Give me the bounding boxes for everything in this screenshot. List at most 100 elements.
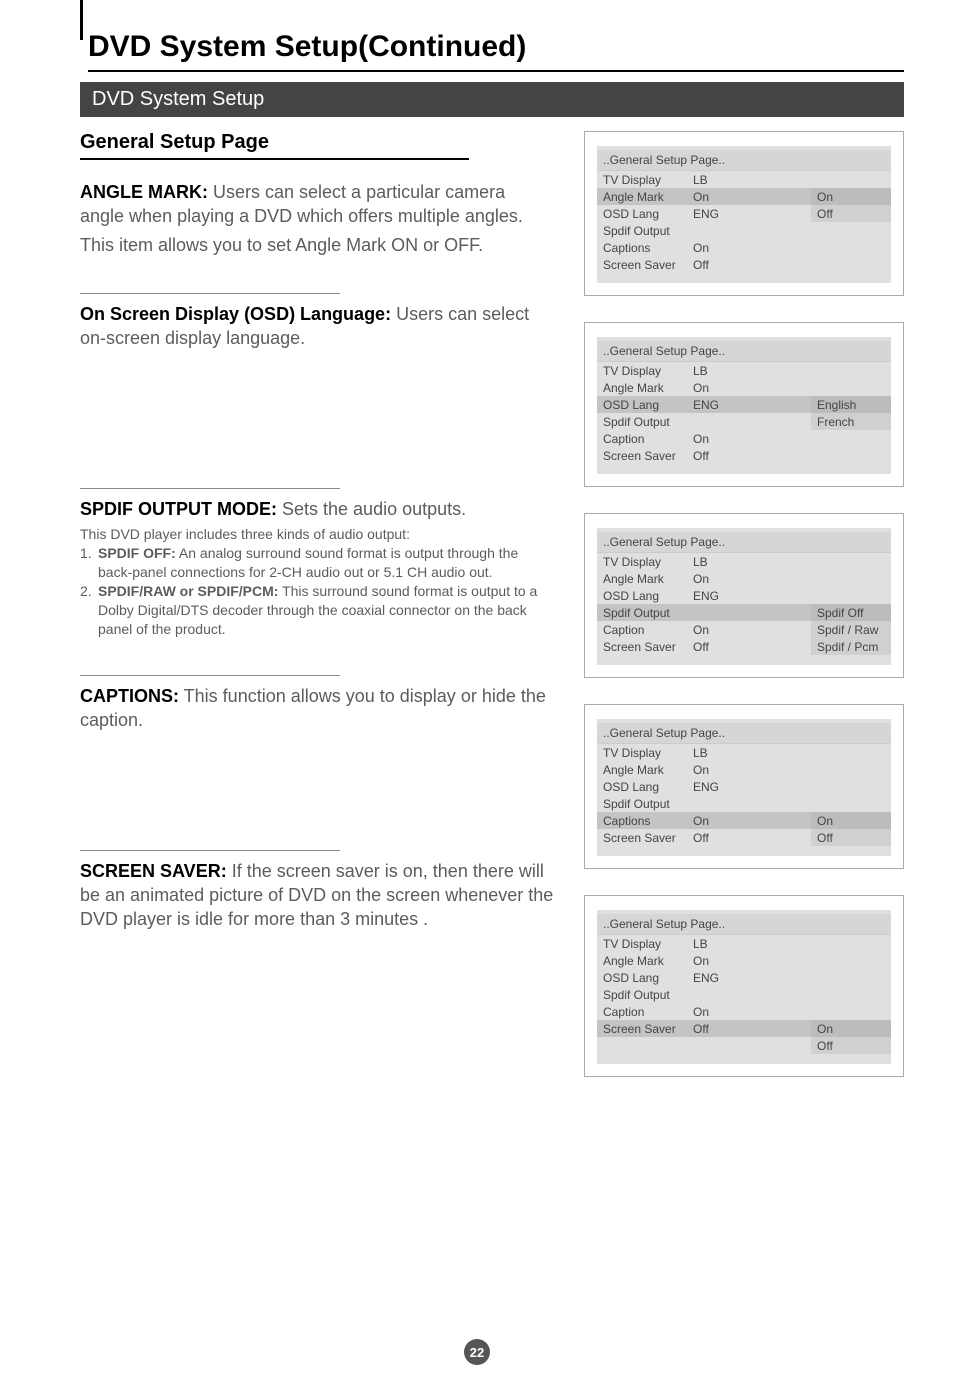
panel-title: ..General Setup Page.. (597, 341, 891, 362)
menu-label: Captions (603, 814, 693, 828)
menu-value: ENG (693, 207, 733, 221)
menu-value: LB (693, 555, 733, 569)
divider (80, 293, 340, 294)
spdif-item1-label: SPDIF OFF: (98, 545, 176, 561)
menu-value: ENG (693, 398, 733, 412)
menu-value: ENG (693, 971, 733, 985)
panel-title: ..General Setup Page.. (597, 723, 891, 744)
menu-row[interactable]: OSD LangENG (597, 778, 811, 795)
menu-label: TV Display (603, 746, 693, 760)
setup-panel-angle-mark: ..General Setup Page..TV DisplayLBAngle … (584, 131, 904, 296)
menu-label: OSD Lang (603, 780, 693, 794)
menu-row[interactable]: TV DisplayLB (597, 362, 811, 379)
menu-value: LB (693, 746, 733, 760)
menu-row[interactable]: Spdif Output (597, 413, 811, 430)
menu-label: Spdif Output (603, 988, 693, 1002)
spdif-item1-num: 1. (80, 544, 92, 563)
menu-row[interactable]: Angle MarkOn (597, 570, 811, 587)
menu-label: Spdif Output (603, 606, 693, 620)
option-item[interactable]: French (811, 413, 891, 430)
menu-row[interactable]: TV DisplayLB (597, 935, 811, 952)
menu-row[interactable]: Screen SaverOff (597, 447, 811, 464)
menu-row[interactable]: OSD LangENG (597, 969, 811, 986)
menu-row[interactable]: Screen SaverOff (597, 829, 811, 846)
menu-row[interactable]: Angle MarkOn (597, 952, 811, 969)
menu-row[interactable]: CaptionOn (597, 1003, 811, 1020)
section-spdif: SPDIF OUTPUT MODE: Sets the audio output… (80, 497, 554, 639)
menu-row[interactable]: Angle MarkOn (597, 761, 811, 778)
spdif-label: SPDIF OUTPUT MODE: (80, 499, 277, 519)
panel-title: ..General Setup Page.. (597, 150, 891, 171)
divider (80, 850, 340, 851)
menu-value: On (693, 190, 733, 204)
corner-mark (80, 0, 83, 40)
section-heading: General Setup Page (80, 131, 469, 160)
menu-label: TV Display (603, 173, 693, 187)
menu-value: Off (693, 449, 733, 463)
captions-label: CAPTIONS: (80, 686, 179, 706)
option-item[interactable]: Spdif / Raw (811, 621, 891, 638)
menu-label: Caption (603, 623, 693, 637)
menu-row[interactable]: Spdif Output (597, 986, 811, 1003)
menu-label: Screen Saver (603, 831, 693, 845)
spdif-item2-label: SPDIF/RAW or SPDIF/PCM: (98, 583, 278, 599)
option-item[interactable]: On (811, 1020, 891, 1037)
menu-label: TV Display (603, 937, 693, 951)
option-item[interactable]: On (811, 188, 891, 205)
menu-value: On (693, 432, 733, 446)
menu-row[interactable]: CaptionOn (597, 430, 811, 447)
option-item[interactable]: English (811, 396, 891, 413)
setup-panel-screensaver: ..General Setup Page..TV DisplayLBAngle … (584, 895, 904, 1077)
menu-label: Angle Mark (603, 190, 693, 204)
menu-row[interactable]: Angle MarkOn (597, 188, 811, 205)
section-captions: CAPTIONS: This function allows you to di… (80, 684, 554, 814)
menu-row[interactable]: Angle MarkOn (597, 379, 811, 396)
menu-value: Off (693, 258, 733, 272)
menu-label: OSD Lang (603, 589, 693, 603)
menu-row[interactable]: Screen SaverOff (597, 256, 811, 273)
menu-label: TV Display (603, 555, 693, 569)
menu-row[interactable]: TV DisplayLB (597, 553, 811, 570)
option-item[interactable]: Spdif / Pcm (811, 638, 891, 655)
angle-mark-sub: This item allows you to set Angle Mark O… (80, 233, 554, 257)
menu-value: Off (693, 640, 733, 654)
menu-row[interactable]: Spdif Output (597, 222, 811, 239)
menu-value (693, 797, 733, 811)
menu-value: On (693, 572, 733, 586)
section-angle-mark: ANGLE MARK: Users can select a particula… (80, 180, 554, 257)
menu-row[interactable]: TV DisplayLB (597, 171, 811, 188)
option-item[interactable]: Off (811, 1037, 891, 1054)
panel-title: ..General Setup Page.. (597, 914, 891, 935)
menu-row[interactable]: Spdif Output (597, 604, 811, 621)
setup-panel-osd-lang: ..General Setup Page..TV DisplayLBAngle … (584, 322, 904, 487)
menu-row[interactable]: CaptionsOn (597, 812, 811, 829)
menu-row[interactable]: TV DisplayLB (597, 744, 811, 761)
menu-label: Spdif Output (603, 224, 693, 238)
menu-value: Off (693, 831, 733, 845)
menu-row[interactable]: Screen SaverOff (597, 1020, 811, 1037)
menu-label: OSD Lang (603, 207, 693, 221)
menu-label: Caption (603, 432, 693, 446)
main-title: DVD System Setup(Continued) (88, 30, 904, 72)
menu-value: Off (693, 1022, 733, 1036)
menu-row[interactable]: CaptionOn (597, 621, 811, 638)
menu-row[interactable]: OSD LangENG (597, 205, 811, 222)
spdif-body: Sets the audio outputs. (277, 499, 466, 519)
menu-row[interactable]: OSD LangENG (597, 396, 811, 413)
menu-value: On (693, 814, 733, 828)
menu-label: Screen Saver (603, 640, 693, 654)
menu-label: Spdif Output (603, 415, 693, 429)
option-item[interactable]: Off (811, 829, 891, 846)
option-item[interactable]: On (811, 812, 891, 829)
menu-value: On (693, 763, 733, 777)
menu-value (693, 415, 733, 429)
menu-row[interactable]: OSD LangENG (597, 587, 811, 604)
menu-value: LB (693, 937, 733, 951)
menu-label: OSD Lang (603, 971, 693, 985)
option-item[interactable]: Spdif Off (811, 604, 891, 621)
angle-mark-label: ANGLE MARK: (80, 182, 208, 202)
menu-row[interactable]: Spdif Output (597, 795, 811, 812)
option-item[interactable]: Off (811, 205, 891, 222)
menu-row[interactable]: Screen SaverOff (597, 638, 811, 655)
menu-row[interactable]: CaptionsOn (597, 239, 811, 256)
